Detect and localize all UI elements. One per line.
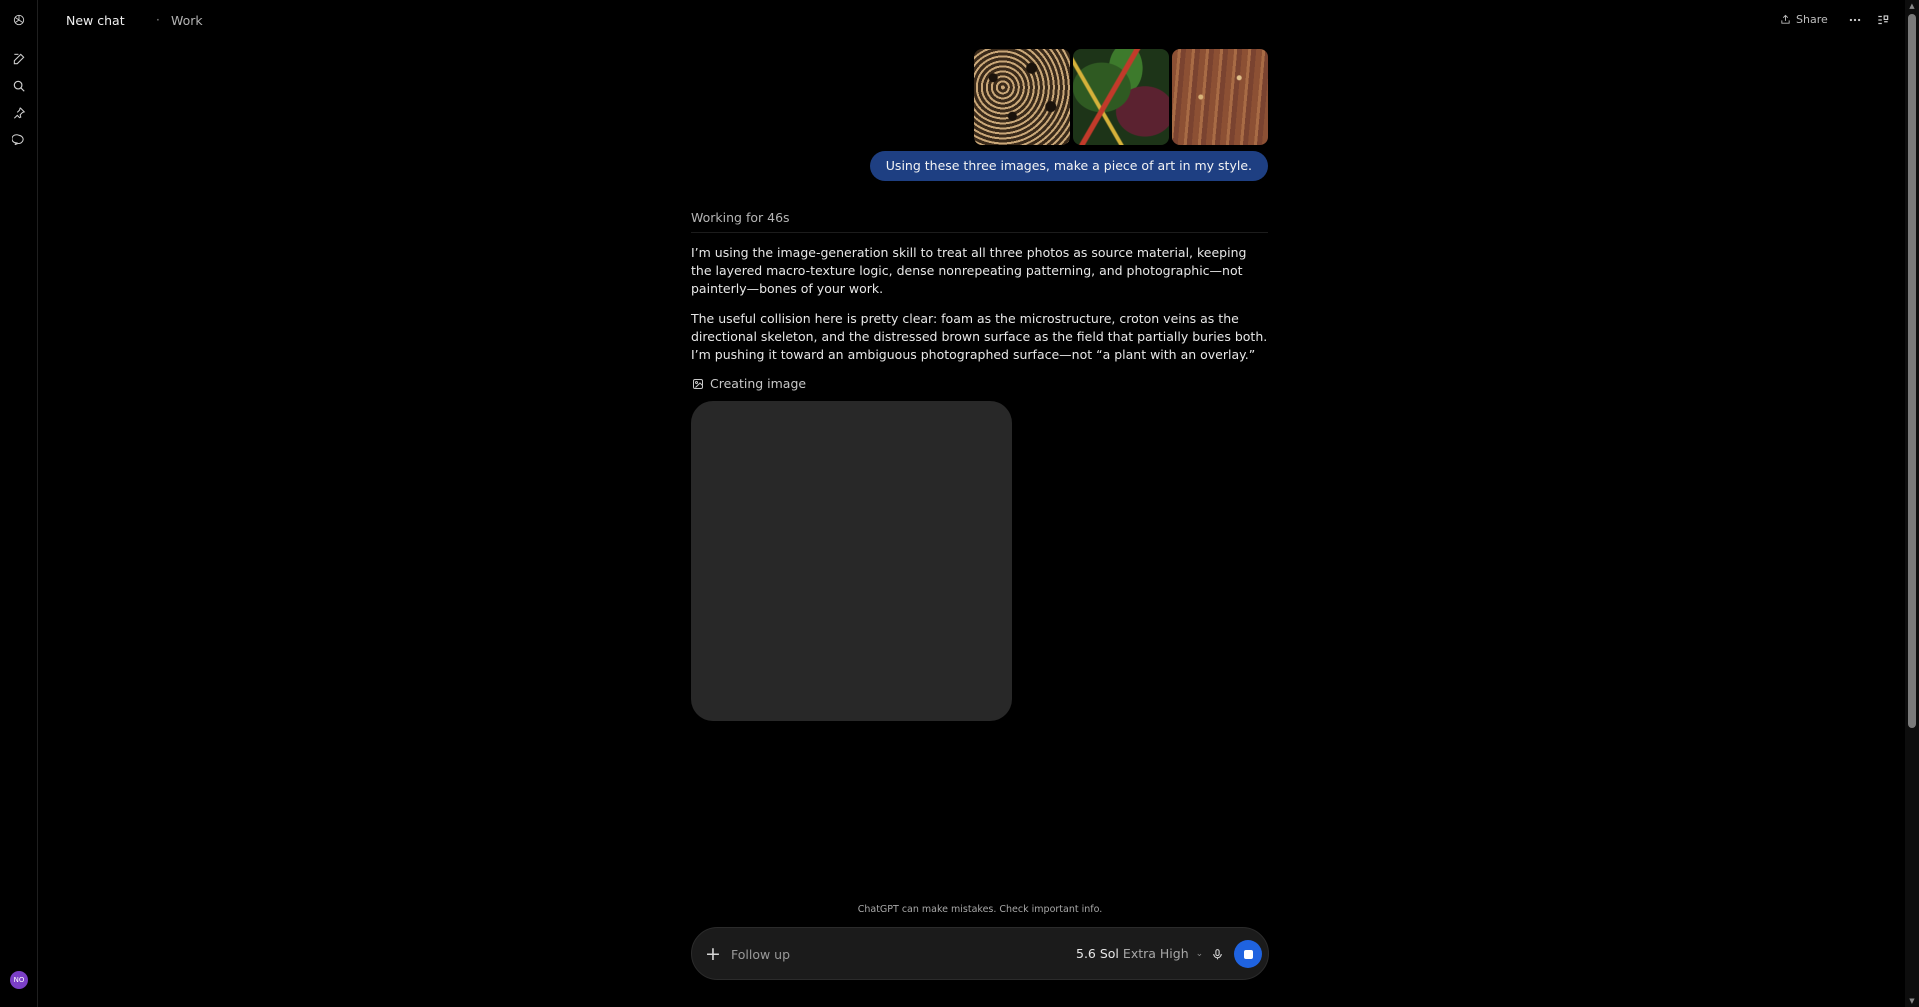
- creating-image-status: Creating image: [692, 376, 806, 391]
- status-divider: [691, 232, 1268, 233]
- image-icon: [693, 378, 703, 389]
- stop-generating-button[interactable]: [1234, 940, 1262, 968]
- model-effort: Extra High: [1122, 946, 1189, 961]
- attachment-croton-image[interactable]: [1073, 49, 1169, 145]
- avatar[interactable]: NO: [10, 971, 28, 989]
- project-name[interactable]: Work: [171, 13, 203, 28]
- title-separator: ·: [156, 13, 160, 27]
- share-button[interactable]: Share: [1780, 13, 1828, 26]
- share-icon: [1781, 14, 1790, 24]
- microphone-icon[interactable]: [1207, 944, 1227, 964]
- image-generation-placeholder: [691, 401, 1012, 721]
- search-icon[interactable]: [9, 76, 29, 96]
- attachment-foam-image[interactable]: [974, 49, 1070, 145]
- assistant-paragraph: I’m using the image-generation skill to …: [691, 245, 1247, 296]
- chat-title[interactable]: New chat: [66, 13, 125, 28]
- more-options-icon[interactable]: [1846, 11, 1864, 29]
- follow-up-input[interactable]: [731, 942, 1061, 966]
- stop-icon: [1243, 949, 1253, 959]
- share-label: Share: [1796, 13, 1828, 26]
- model-selector[interactable]: 5.6 Sol Extra High ⌄: [1076, 946, 1203, 961]
- chat-bubble-icon[interactable]: [9, 130, 29, 150]
- scroll-down-icon[interactable]: ▼: [1908, 997, 1916, 1005]
- assistant-paragraph: The useful collision here is pretty clea…: [691, 311, 1268, 362]
- disclaimer-text: ChatGPT can make mistakes. Check importa…: [857, 904, 1103, 915]
- scroll-up-icon[interactable]: ▲: [1908, 2, 1916, 10]
- pin-icon[interactable]: [9, 103, 29, 123]
- scrollbar[interactable]: ▲ ▼: [1905, 0, 1919, 1007]
- creating-image-label: Creating image: [710, 376, 807, 391]
- new-chat-icon[interactable]: [9, 49, 29, 69]
- chevron-down-icon: ⌄: [1195, 948, 1204, 959]
- image-attachments: [974, 49, 1268, 145]
- composer: + 5.6 Sol Extra High ⌄: [691, 927, 1269, 980]
- openai-logo-icon[interactable]: [9, 10, 29, 30]
- scrollbar-thumb[interactable]: [1908, 14, 1916, 728]
- user-message-bubble: Using these three images, make a piece o…: [869, 151, 1268, 181]
- working-status[interactable]: Working for 46s: [691, 210, 790, 225]
- left-rail: NO: [0, 0, 38, 1007]
- top-header: New chat · Work Share: [38, 0, 1905, 40]
- attachment-rust-image[interactable]: [1172, 49, 1268, 145]
- add-attachment-button[interactable]: +: [703, 944, 723, 964]
- model-name: 5.6 Sol: [1076, 946, 1119, 961]
- panel-toggle-icon[interactable]: [1874, 11, 1892, 29]
